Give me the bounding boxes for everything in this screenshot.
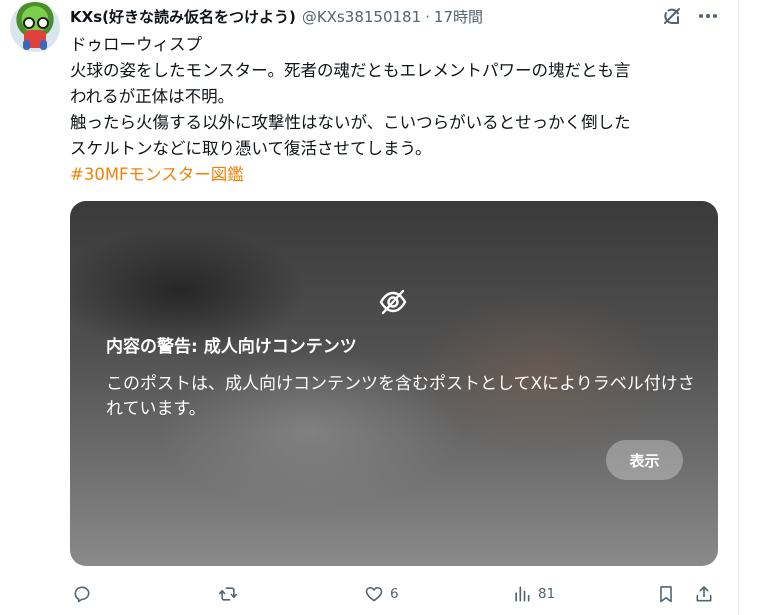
share-icon bbox=[696, 586, 712, 602]
eye-off-icon bbox=[379, 289, 407, 315]
avatar-figure-eye bbox=[37, 17, 49, 29]
post-text: ドゥローウィスプ 火球の姿をしたモンスター。死者の魂だともエレメントパワーの塊だ… bbox=[70, 32, 720, 188]
post-text-line: ドゥローウィスプ bbox=[70, 35, 202, 54]
post-text-line: スケルトンなどに取り憑いて復活させてしまう。 bbox=[70, 139, 432, 158]
avatar-figure-leg bbox=[23, 40, 30, 50]
post-meta: @KXs38150181 · 17時間 bbox=[302, 6, 483, 27]
avatar-figure-leg bbox=[40, 40, 47, 50]
like-icon bbox=[365, 586, 383, 602]
reply-button[interactable] bbox=[72, 579, 98, 609]
views-button[interactable]: 81 bbox=[512, 579, 555, 609]
reply-icon bbox=[74, 586, 90, 603]
bookmark-icon bbox=[660, 586, 672, 603]
post-text-line: 火球の姿をしたモンスター。死者の魂だともエレメントパワーの塊だとも言 bbox=[70, 61, 631, 80]
views-count: 81 bbox=[538, 586, 556, 602]
repost-icon bbox=[218, 587, 238, 601]
author-handle[interactable]: @KXs38150181 bbox=[302, 8, 421, 26]
post-header: KXs(好きな読み仮名をつけよう) @KXs38150181 · 17時間 bbox=[70, 4, 483, 28]
repost-button[interactable] bbox=[218, 579, 244, 609]
sensitive-media[interactable]: 内容の警告: 成人向けコンテンツ このポストは、成人向けコンテンツを含むポストと… bbox=[70, 201, 718, 566]
content-warning-body: このポストは、成人向けコンテンツを含むポストとしてXによりラベル付けされています… bbox=[106, 374, 695, 419]
content-warning-title: 内容の警告: 成人向けコンテンツ bbox=[106, 337, 357, 357]
author-name[interactable]: KXs(好きな読み仮名をつけよう) bbox=[70, 6, 296, 27]
avatar[interactable] bbox=[10, 2, 60, 52]
grok-icon[interactable] bbox=[660, 4, 684, 28]
more-icon[interactable] bbox=[696, 4, 720, 28]
like-count: 6 bbox=[390, 586, 399, 602]
like-button[interactable]: 6 bbox=[364, 579, 399, 609]
views-icon bbox=[515, 586, 530, 602]
hashtag-link[interactable]: #30MFモンスター図鑑 bbox=[70, 162, 720, 188]
blurred-media-overlay: 内容の警告: 成人向けコンテンツ このポストは、成人向けコンテンツを含むポストと… bbox=[70, 201, 718, 566]
show-media-button[interactable]: 表示 bbox=[606, 440, 683, 480]
timeline-divider bbox=[738, 0, 739, 615]
share-button[interactable] bbox=[694, 579, 714, 609]
meta-separator: · bbox=[425, 7, 430, 26]
post-text-line: われるが正体は不明。 bbox=[70, 87, 235, 106]
action-bar: 6 81 bbox=[70, 579, 720, 609]
avatar-figure-eye bbox=[23, 17, 35, 29]
post-text-line: 触ったら火傷する以外に攻撃性はないが、こいつらがいるとせっかく倒した bbox=[70, 113, 631, 132]
bookmark-button[interactable] bbox=[656, 579, 676, 609]
timestamp[interactable]: 17時間 bbox=[434, 8, 483, 26]
